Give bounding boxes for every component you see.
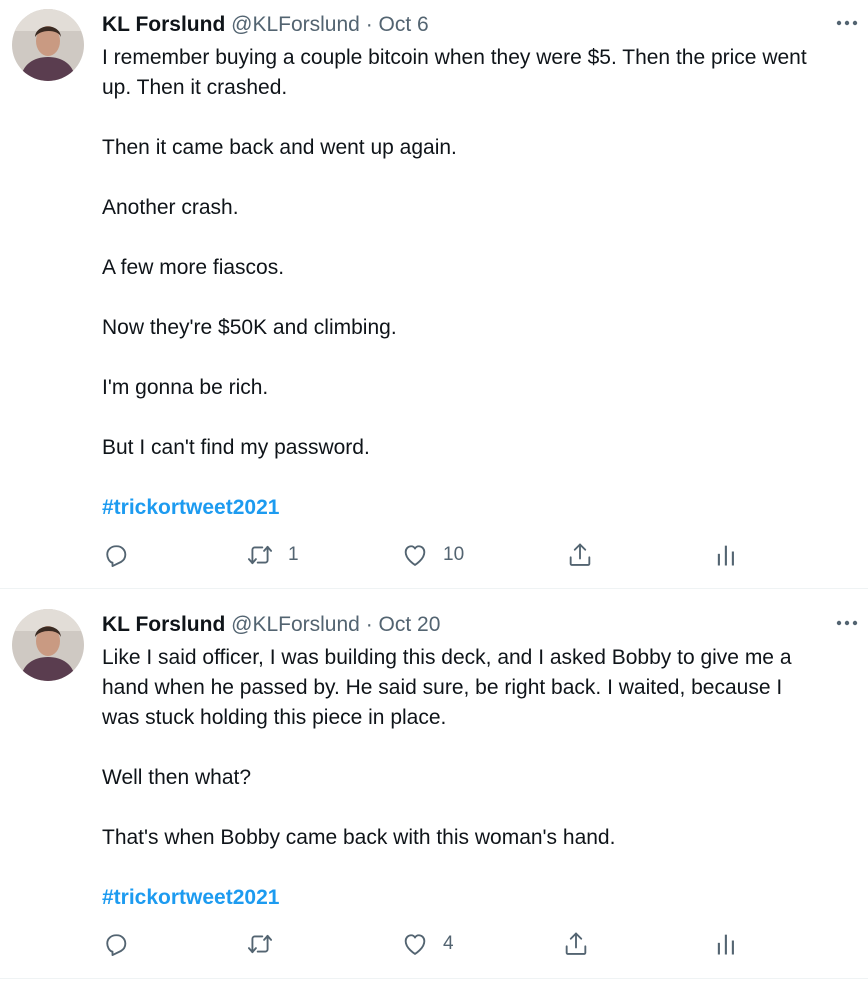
tweet-actions: 4	[102, 929, 752, 959]
tweet-header: KL Forslund @KLForslund · Oct 6	[102, 12, 429, 38]
tweet-header: KL Forslund @KLForslund · Oct 20	[102, 612, 440, 638]
share-button[interactable]	[562, 929, 590, 959]
tweet-text-line: That's when Bobby came back with this wo…	[102, 826, 616, 849]
avatar[interactable]	[12, 9, 84, 81]
avatar[interactable]	[12, 609, 84, 681]
tweet-text-line: I'm gonna be rich.	[102, 376, 269, 399]
separator-dot: ·	[365, 613, 373, 636]
tweet-text-line: Then it came back and went up again.	[102, 136, 457, 159]
share-icon	[569, 543, 591, 566]
hashtag-link[interactable]: #trickortweet2021	[102, 886, 279, 909]
tweet-text-line: Now they're $50K and climbing.	[102, 316, 397, 339]
like-button[interactable]: 4	[401, 929, 454, 959]
tweet-text-line: was stuck holding this piece in place.	[102, 706, 447, 729]
author-name[interactable]: KL Forslund	[102, 613, 225, 636]
retweet-icon	[247, 934, 273, 954]
author-name[interactable]: KL Forslund	[102, 13, 225, 36]
retweet-button[interactable]: 1	[246, 540, 299, 570]
more-icon[interactable]	[834, 610, 860, 636]
retweet-button[interactable]	[246, 929, 288, 959]
tweet-date[interactable]: Oct 6	[379, 13, 429, 36]
more-icon[interactable]	[834, 10, 860, 36]
heart-icon	[404, 545, 426, 566]
separator-dot: ·	[365, 13, 373, 36]
tweet-text: I remember buying a couple bitcoin when …	[102, 43, 862, 523]
retweet-icon	[247, 545, 273, 565]
reply-icon	[106, 545, 127, 568]
analytics-button[interactable]	[712, 540, 740, 570]
tweet-text-line: Another crash.	[102, 196, 239, 219]
tweet[interactable]: KL Forslund @KLForslund · Oct 6 I rememb…	[0, 0, 868, 589]
like-count: 10	[443, 544, 465, 565]
tweet-text-line: Well then what?	[102, 766, 252, 789]
hashtag-link[interactable]: #trickortweet2021	[102, 496, 279, 519]
tweet-date[interactable]: Oct 20	[379, 613, 441, 636]
tweet-actions: 1 10	[102, 540, 752, 570]
tweet-text-line: A few more fiascos.	[102, 256, 285, 279]
analytics-icon	[717, 545, 734, 566]
tweet-text-line: But I can't find my password.	[102, 436, 370, 459]
analytics-icon	[717, 934, 734, 955]
share-button[interactable]	[566, 540, 594, 570]
author-handle[interactable]: @KLForslund	[231, 13, 360, 36]
author-handle[interactable]: @KLForslund	[231, 613, 360, 636]
retweet-count: 1	[288, 544, 299, 565]
heart-icon	[404, 934, 426, 955]
tweet-text-line: up. Then it crashed.	[102, 76, 288, 99]
tweet[interactable]: KL Forslund @KLForslund · Oct 20 Like I …	[0, 590, 868, 979]
reply-icon	[106, 934, 127, 957]
analytics-button[interactable]	[712, 929, 740, 959]
reply-button[interactable]	[102, 929, 130, 959]
reply-button[interactable]	[102, 540, 130, 570]
tweet-text: Like I said officer, I was building this…	[102, 643, 862, 913]
like-count: 4	[443, 933, 454, 954]
like-button[interactable]: 10	[401, 540, 464, 570]
tweet-text-line: I remember buying a couple bitcoin when …	[102, 46, 807, 69]
tweet-text-line: hand when he passed by. He said sure, be…	[102, 676, 783, 699]
share-icon	[565, 932, 587, 955]
tweet-text-line: Like I said officer, I was building this…	[102, 646, 792, 669]
